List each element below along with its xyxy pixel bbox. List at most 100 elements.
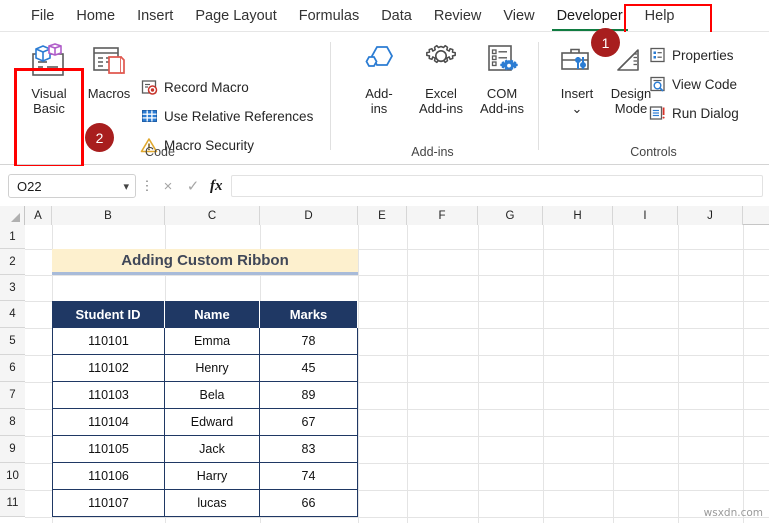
enter-icon[interactable]: ✓	[185, 177, 201, 195]
tab-data[interactable]: Data	[370, 1, 423, 32]
formula-bar-handle[interactable]: ⋮	[140, 178, 154, 194]
table-cell[interactable]: 110102	[52, 355, 165, 382]
insert-function-icon[interactable]: fx	[210, 178, 223, 195]
tab-page-layout[interactable]: Page Layout	[184, 1, 287, 32]
table-cell[interactable]: 110106	[52, 463, 165, 490]
row-header-8[interactable]: 8	[0, 409, 25, 436]
column-header-E[interactable]: E	[358, 206, 407, 225]
column-header-H[interactable]: H	[543, 206, 613, 225]
table-header-cell[interactable]: Name	[165, 301, 260, 328]
watermark: wsxdn.com	[704, 507, 763, 519]
excel-addins-button[interactable]: Excel Add-ins	[410, 38, 472, 116]
tab-insert[interactable]: Insert	[126, 1, 184, 32]
table-cell[interactable]: 110103	[52, 382, 165, 409]
properties-button[interactable]: Properties	[648, 44, 734, 66]
group-label-code: Code	[0, 145, 320, 159]
visual-basic-button[interactable]: Visual Basic	[18, 38, 80, 116]
column-header-label: B	[104, 210, 112, 222]
excel-addins-icon	[422, 38, 460, 84]
cancel-icon[interactable]: ×	[160, 178, 176, 195]
tab-formulas[interactable]: Formulas	[288, 1, 370, 32]
row-header-1[interactable]: 1	[0, 225, 25, 249]
tab-label: Home	[76, 8, 115, 24]
row-header-2[interactable]: 2	[0, 249, 25, 275]
column-header-J[interactable]: J	[678, 206, 743, 225]
row-header-label: 11	[7, 497, 19, 509]
title-cell[interactable]: Adding Custom Ribbon	[52, 249, 358, 275]
column-header-label: E	[378, 210, 386, 222]
table-cell[interactable]: 110101	[52, 328, 165, 355]
table-header-label: Student ID	[76, 307, 141, 322]
chevron-down-icon[interactable]: ▾	[123, 180, 129, 193]
row-header-9[interactable]: 9	[0, 436, 25, 463]
row-header-6[interactable]: 6	[0, 355, 25, 382]
row-header-5[interactable]: 5	[0, 328, 25, 355]
table-cell[interactable]: 78	[260, 328, 358, 355]
table-cell[interactable]: Emma	[165, 328, 260, 355]
column-header-B[interactable]: B	[52, 206, 165, 225]
use-relative-references-button[interactable]: Use Relative References	[140, 105, 313, 127]
gridline-vertical	[613, 225, 614, 523]
row-header-4[interactable]: 4	[0, 301, 25, 328]
macros-button[interactable]: Macros	[78, 38, 140, 101]
column-header-C[interactable]: C	[165, 206, 260, 225]
design-mode-label-line2: Mode	[611, 101, 651, 116]
table-cell[interactable]: 67	[260, 409, 358, 436]
table-cell[interactable]: Bela	[165, 382, 260, 409]
table-cell-value: 110101	[88, 334, 129, 348]
table-header-label: Marks	[290, 307, 328, 322]
table-cell[interactable]: Harry	[165, 463, 260, 490]
view-code-label: View Code	[672, 77, 737, 92]
column-header-D[interactable]: D	[260, 206, 358, 225]
column-header-F[interactable]: F	[407, 206, 478, 225]
row-header-7[interactable]: 7	[0, 382, 25, 409]
row-header-11[interactable]: 11	[0, 490, 25, 517]
table-header-cell[interactable]: Marks	[260, 301, 358, 328]
table-cell[interactable]: 89	[260, 382, 358, 409]
tab-home[interactable]: Home	[65, 1, 126, 32]
tab-file[interactable]: File	[20, 1, 65, 32]
table-cell[interactable]: 110104	[52, 409, 165, 436]
tab-developer[interactable]: Developer	[546, 1, 634, 32]
record-macro-button[interactable]: Record Macro	[140, 76, 249, 98]
run-dialog-icon	[648, 104, 666, 122]
tab-view[interactable]: View	[492, 1, 545, 32]
column-headers: A B CD E FGH I J	[0, 206, 769, 225]
gridline-horizontal	[25, 275, 769, 276]
com-addins-button[interactable]: COM Add-ins	[471, 38, 533, 116]
formula-input[interactable]	[231, 175, 764, 197]
run-dialog-button[interactable]: Run Dialog	[648, 102, 739, 124]
table-cell[interactable]: 74	[260, 463, 358, 490]
table-cell[interactable]: lucas	[165, 490, 260, 517]
addins-button[interactable]: Add- ins	[348, 38, 410, 116]
addins-label-line1: Add-	[365, 86, 392, 101]
tab-label: Formulas	[299, 8, 359, 24]
tab-help[interactable]: Help	[634, 1, 686, 32]
table-header-cell[interactable]: Student ID	[52, 301, 165, 328]
table-cell[interactable]: 45	[260, 355, 358, 382]
row-header-10[interactable]: 10	[0, 463, 25, 490]
column-header-I[interactable]: I	[613, 206, 678, 225]
table-cell[interactable]: Edward	[165, 409, 260, 436]
tab-label: Review	[434, 8, 482, 24]
view-code-button[interactable]: View Code	[648, 73, 737, 95]
tab-label: Insert	[137, 8, 173, 24]
row-header-3[interactable]: 3	[0, 275, 25, 301]
table-cell[interactable]: 110107	[52, 490, 165, 517]
tab-label: View	[503, 8, 534, 24]
table-cell[interactable]: 83	[260, 436, 358, 463]
table-cell[interactable]: 66	[260, 490, 358, 517]
column-header-label: I	[643, 210, 646, 222]
name-box[interactable]: O22 ▾	[8, 174, 136, 198]
com-addins-label-line2: Add-ins	[480, 101, 524, 116]
table-cell[interactable]: Jack	[165, 436, 260, 463]
column-header-G[interactable]: G	[478, 206, 543, 225]
tab-review[interactable]: Review	[423, 1, 493, 32]
select-all-corner[interactable]	[0, 206, 25, 225]
record-macro-label: Record Macro	[164, 80, 249, 95]
table-cell[interactable]: 110105	[52, 436, 165, 463]
excel-window: File Home Insert Page Layout Formulas Data Rev…	[0, 0, 769, 523]
column-header-A[interactable]: A	[25, 206, 52, 225]
row-header-label: 4	[9, 308, 15, 320]
table-cell[interactable]: Henry	[165, 355, 260, 382]
